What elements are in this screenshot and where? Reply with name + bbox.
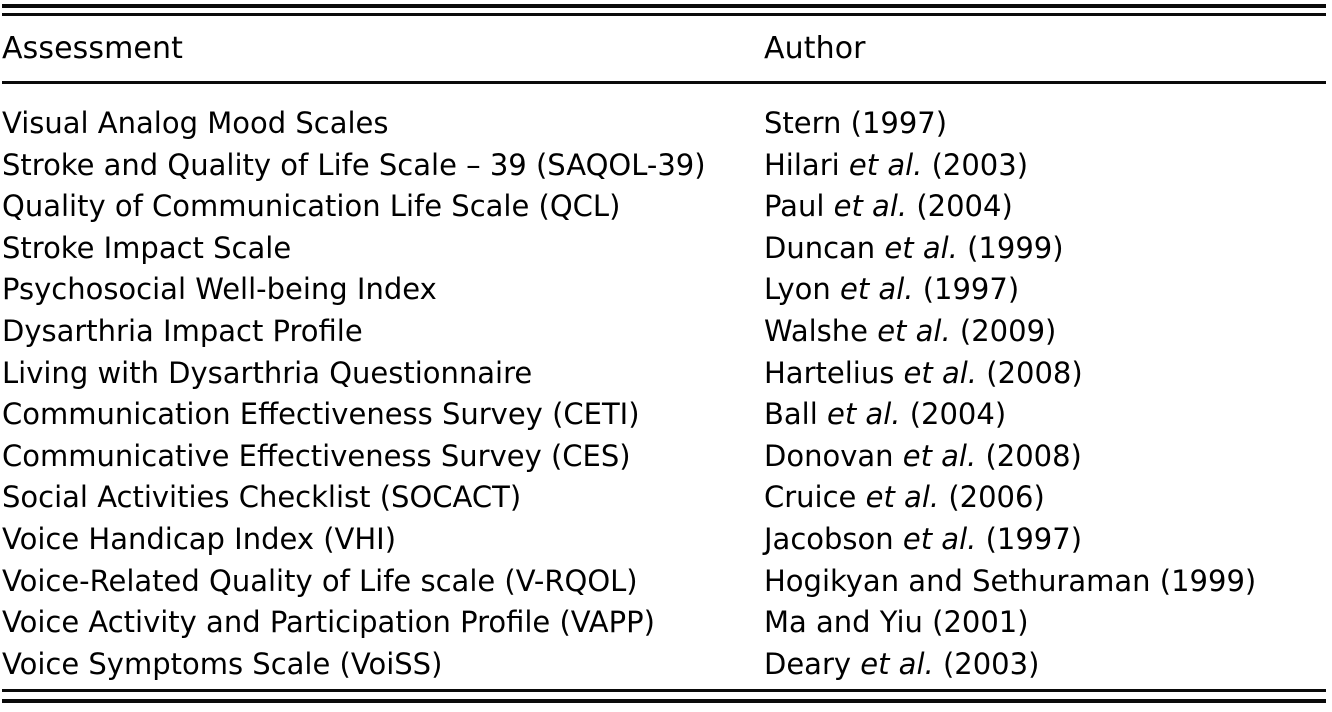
cell-author: Cruice et al. (2006) [764,477,1045,519]
cell-assessment: Voice Handicap Index (VHI) [2,521,397,556]
table-row: Quality of Communication Life Scale (QCL… [0,186,1332,228]
author-year: (2008) [985,438,1082,473]
author-name: Hilari [764,147,840,182]
cell-assessment: Social Activities Checklist (SOCACT) [2,480,522,515]
author-name: Stern [764,106,842,140]
author-year: (2004) [909,397,1007,432]
assessment-author-table: Assessment Author Visual Analog Mood Sca… [0,0,1332,712]
author-year: (2006) [948,480,1045,515]
table-row: Social Activities Checklist (SOCACT) Crui… [0,477,1332,519]
author-year: (1997) [850,106,948,140]
table-body: Visual Analog Mood Scales Stern (1997) Str… [0,103,1332,685]
cell-author: Walshe et al. (2009) [764,311,1056,353]
author-name: Hogikyan and Sethuraman [764,563,1151,598]
cell-author: Duncan et al. (1999) [764,228,1064,270]
author-name: Ma and Yiu [764,605,923,640]
cell-assessment: Stroke and Quality of Life Scale – 39 (S… [2,147,706,182]
author-etal: et al. [840,272,914,307]
author-etal: et al. [884,230,958,265]
author-year: (2004) [916,189,1013,224]
author-etal: et al. [865,480,940,515]
author-year: (2003) [942,646,1040,681]
author-name: Walshe [764,313,868,348]
author-name: Ball [764,397,818,432]
cell-author: Donovan et al. (2008) [764,436,1082,478]
cell-author: Hilari et al. (2003) [764,145,1028,187]
table-row: Voice-Related Quality of Life scale (V-R… [0,561,1332,603]
author-year: (1999) [1159,563,1257,598]
cell-author: Jacobson et al. (1997) [764,519,1082,561]
table-row: Living with Dysarthria Questionnaire Hart… [0,353,1332,395]
cell-assessment: Living with Dysarthria Questionnaire [2,355,533,390]
author-name: Jacobson [764,521,894,556]
table-header-rule [2,81,1326,84]
author-year: (2001) [932,605,1029,640]
cell-assessment: Voice Activity and Participation Profile… [2,605,655,640]
author-name: Duncan [764,230,876,265]
cell-author: Ma and Yiu (2001) [764,602,1029,644]
author-year: (2003) [931,147,1029,182]
table-row: Voice Handicap Index (VHI) Jacobson et al… [0,519,1332,561]
table-row: Stroke and Quality of Life Scale – 39 (S… [0,145,1332,187]
cell-author: Stern (1997) [764,103,947,145]
table-top-rule-outer [2,4,1326,8]
author-etal: et al. [877,313,951,348]
table-row: Communication Effectiveness Survey (CETI… [0,394,1332,436]
author-name: Deary [764,646,852,681]
author-etal: et al. [902,438,977,473]
cell-assessment: Dysarthria Impact Profile [2,313,363,348]
table-row: Voice Activity and Participation Profile… [0,602,1332,644]
author-year: (1997) [985,521,1083,556]
cell-assessment: Voice-Related Quality of Life scale (V-R… [2,563,638,598]
cell-author: Lyon et al. (1997) [764,269,1019,311]
author-name: Donovan [764,438,894,473]
cell-assessment: Communication Effectiveness Survey (CETI… [2,397,640,432]
author-name: Paul [764,189,825,224]
column-header-assessment: Assessment [2,31,183,66]
table-bottom-rule-outer [2,699,1326,703]
author-etal: et al. [848,147,923,182]
cell-assessment: Stroke Impact Scale [2,230,292,265]
cell-author: Deary et al. (2003) [764,644,1039,686]
author-etal: et al. [833,189,908,224]
cell-assessment: Voice Symptoms Scale (VoiSS) [2,646,443,681]
table-bottom-rule-inner [2,689,1326,692]
cell-assessment: Psychosocial Well-being Index [2,272,437,307]
table-row: Visual Analog Mood Scales Stern (1997) [0,103,1332,145]
author-name: Hartelius [764,355,895,390]
cell-assessment: Quality of Communication Life Scale (QCL… [2,189,621,224]
cell-author: Hartelius et al. (2008) [764,353,1083,395]
author-name: Cruice [764,480,857,515]
author-etal: et al. [827,397,901,432]
table-row: Voice Symptoms Scale (VoiSS) Deary et al.… [0,644,1332,686]
author-etal: et al. [860,646,934,681]
cell-author: Ball et al. (2004) [764,394,1006,436]
cell-author: Hogikyan and Sethuraman (1999) [764,561,1256,603]
author-year: (1999) [967,230,1064,265]
table-row: Communicative Effectiveness Survey (CES)… [0,436,1332,478]
cell-assessment: Visual Analog Mood Scales [2,106,389,140]
author-year: (2009) [959,313,1057,348]
table-header-row: Assessment Author [0,28,1332,72]
column-header-author: Author [764,31,866,66]
author-year: (2008) [986,355,1083,390]
table-row: Dysarthria Impact Profile Walshe et al. (… [0,311,1332,353]
author-etal: et al. [903,355,978,390]
table-row: Stroke Impact Scale Duncan et al. (1999) [0,228,1332,270]
author-name: Lyon [764,272,831,307]
cell-author: Paul et al. (2004) [764,186,1013,228]
table-top-rule-inner [2,13,1326,16]
author-year: (1997) [922,272,1020,307]
author-etal: et al. [902,521,977,556]
table-row: Psychosocial Well-being Index Lyon et al.… [0,269,1332,311]
cell-assessment: Communicative Effectiveness Survey (CES) [2,438,631,473]
